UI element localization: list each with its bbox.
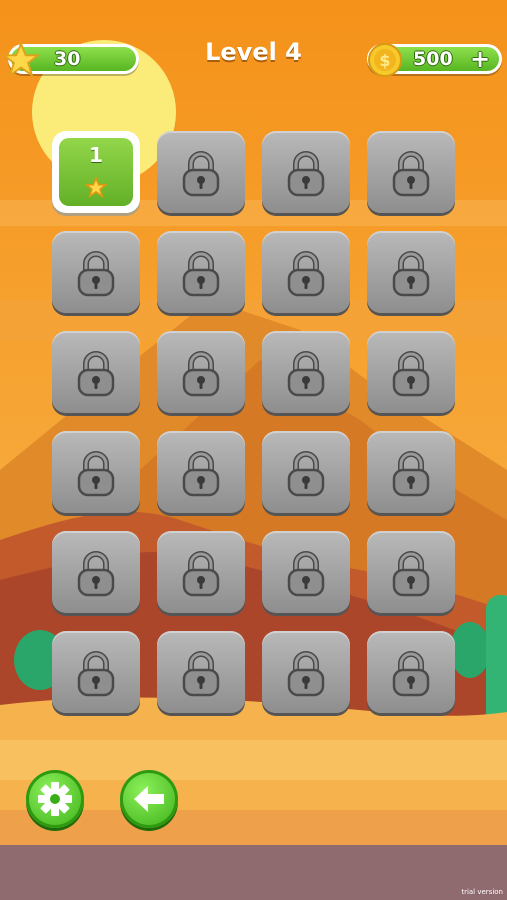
back-button[interactable] — [120, 770, 178, 828]
padlock-icon — [77, 551, 115, 597]
level-tile-locked[interactable] — [52, 631, 140, 713]
padlock-icon — [182, 451, 220, 497]
level-tile-locked[interactable] — [52, 331, 140, 413]
padlock-icon — [182, 551, 220, 597]
padlock-icon — [287, 251, 325, 297]
trial-version-note: trial version — [461, 888, 503, 896]
coins-count: 500 — [413, 48, 453, 70]
level-tile-locked[interactable] — [262, 531, 350, 613]
padlock-icon — [182, 651, 220, 697]
coin-icon: $ — [368, 43, 402, 77]
padlock-icon — [392, 151, 430, 197]
level-tile-locked[interactable] — [157, 231, 245, 313]
level-tile-locked[interactable] — [157, 331, 245, 413]
level-tile-locked[interactable] — [262, 331, 350, 413]
padlock-icon — [392, 351, 430, 397]
level-tile-locked[interactable] — [367, 631, 455, 713]
padlock-icon — [77, 651, 115, 697]
level-tile-locked[interactable] — [157, 531, 245, 613]
level-tile-locked[interactable] — [367, 331, 455, 413]
padlock-icon — [392, 651, 430, 697]
padlock-icon — [287, 551, 325, 597]
padlock-icon — [77, 251, 115, 297]
level-tile-locked[interactable] — [52, 231, 140, 313]
level-tile-1[interactable]: 1 — [52, 131, 140, 213]
gear-icon — [38, 782, 72, 816]
level-tile-locked[interactable] — [367, 131, 455, 213]
level-number: 1 — [89, 143, 103, 167]
add-coins-button[interactable]: + — [470, 44, 490, 74]
level-tile-locked[interactable] — [262, 131, 350, 213]
settings-button[interactable] — [26, 770, 84, 828]
padlock-icon — [182, 251, 220, 297]
padlock-icon — [392, 551, 430, 597]
level-tile-locked[interactable] — [157, 131, 245, 213]
level-tile-locked[interactable] — [52, 431, 140, 513]
level-tile-locked[interactable] — [262, 431, 350, 513]
level-tile-locked[interactable] — [157, 631, 245, 713]
level-tile-locked[interactable] — [262, 631, 350, 713]
padlock-icon — [287, 351, 325, 397]
arrow-left-icon — [134, 786, 164, 812]
padlock-icon — [287, 651, 325, 697]
padlock-icon — [392, 251, 430, 297]
star-icon — [85, 177, 107, 198]
padlock-icon — [77, 351, 115, 397]
padlock-icon — [182, 151, 220, 197]
padlock-icon — [77, 451, 115, 497]
padlock-icon — [392, 451, 430, 497]
padlock-icon — [182, 351, 220, 397]
level-tile-locked[interactable] — [367, 531, 455, 613]
padlock-icon — [287, 451, 325, 497]
level-tile-locked[interactable] — [367, 431, 455, 513]
level-tile-locked[interactable] — [262, 231, 350, 313]
svg-text:$: $ — [379, 51, 390, 70]
level-tile-locked[interactable] — [367, 231, 455, 313]
level-tile-locked[interactable] — [157, 431, 245, 513]
padlock-icon — [287, 151, 325, 197]
level-tile-locked[interactable] — [52, 531, 140, 613]
